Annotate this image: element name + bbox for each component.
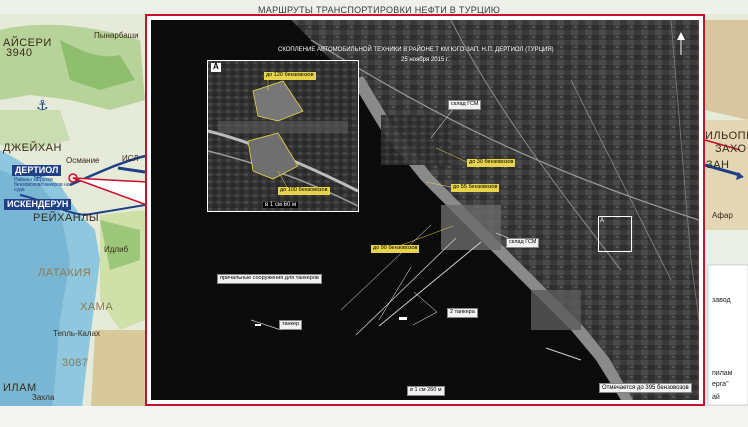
city-label-zan: ЗАН xyxy=(706,159,730,171)
inset-letter: А xyxy=(211,62,221,72)
label-trucks-30: до 30 бензовозов xyxy=(467,159,516,167)
label-scale: в 1 см 260 м xyxy=(407,386,445,396)
label-tanker: танкер xyxy=(279,320,303,330)
satellite-date: 25 ноября 2015 г. xyxy=(401,57,449,63)
satellite-title: СКОПЛЕНИЕ АВТОМОБИЛЬНОЙ ТЕХНИКИ В РАЙОНЕ… xyxy=(278,47,554,53)
dertiol-note: Районы загрузки бензовозов/танкеров на с… xyxy=(14,177,70,193)
panel-text-pilam: пилам xyxy=(712,370,733,377)
satellite-image-frame: СКОПЛЕНИЕ АВТОМОБИЛЬНОЙ ТЕХНИКИ В РАЙОНЕ… xyxy=(145,14,705,406)
svg-text:⚓: ⚓ xyxy=(36,98,49,114)
panel-text-erga: ерга" xyxy=(712,381,729,388)
area-marker-letter: А xyxy=(600,218,605,224)
city-label-zakho: ЗАХО xyxy=(715,143,747,155)
city-label-ilam: ИЛАМ xyxy=(3,382,37,394)
label-two-tankers: 2 танкера xyxy=(447,308,478,318)
label-moorings: причальные сооружения для танкеров xyxy=(217,274,322,284)
town-label-afar: Афар xyxy=(712,211,733,220)
town-label-idlib: Идлиб xyxy=(104,245,129,254)
elevation-label: 3087 xyxy=(62,357,89,369)
city-label-reikhanly: РЕЙХАНЛЫ xyxy=(33,212,100,224)
inset-label-top: до 120 бензовозов xyxy=(264,72,316,80)
town-label-tepli-kalah: Тепль-Калах xyxy=(53,329,100,338)
city-label-silopi: ИЛЬОПИ xyxy=(705,130,748,142)
label-gsm-depot-2: склад ГСМ xyxy=(506,238,540,248)
city-label-dzheikhan: ДЖЕЙХАН xyxy=(3,142,62,154)
panel-text-ai: ай xyxy=(712,394,720,401)
city-label-latakia: ЛАТАКИЯ xyxy=(38,267,92,279)
inset-detail-a: А до 120 бензовозов до 100 бензовозов в … xyxy=(207,60,359,212)
town-label-pynarbashi: Пынарбаши xyxy=(94,31,139,40)
label-gsm-depot-1: склад ГСМ xyxy=(448,100,482,110)
label-total-trucks: Отмечается до 395 бензовозов xyxy=(599,383,692,393)
panel-text-zavod: завод xyxy=(712,297,731,304)
label-trucks-55: до 55 бензовозов xyxy=(451,184,500,192)
inset-scale: в 1 см 60 м xyxy=(263,202,299,208)
town-label-islahie: ИСЛ xyxy=(122,154,139,163)
town-label-osmanie: Османие xyxy=(66,156,100,165)
satellite-image: СКОПЛЕНИЕ АВТОМОБИЛЬНОЙ ТЕХНИКИ В РАЙОНЕ… xyxy=(151,20,699,400)
city-label-iskenderun: ИСКЕНДЕРУН xyxy=(4,199,72,210)
inset-label-bottom: до 100 бензовозов xyxy=(278,187,330,195)
town-label-zahla: Захла xyxy=(32,393,55,402)
elevation-label: 3940 xyxy=(6,47,33,59)
city-label-dertiol: ДЕРТИОЛ xyxy=(12,165,62,176)
label-trucks-90: до 90 бензовозов xyxy=(371,245,420,253)
area-marker-a: А xyxy=(598,216,632,252)
city-label-hama: ХАМА xyxy=(80,301,114,313)
